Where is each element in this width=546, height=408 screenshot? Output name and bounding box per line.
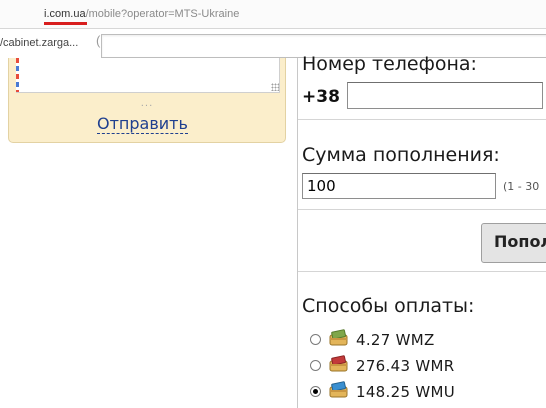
divider <box>298 119 546 120</box>
wallet-icon <box>329 355 348 372</box>
send-link[interactable]: Отправить <box>97 115 188 134</box>
url-host: i.com.ua <box>44 8 86 20</box>
divider <box>298 209 546 210</box>
resize-grip-icon[interactable] <box>271 83 279 91</box>
radio-button[interactable] <box>310 334 321 345</box>
payment-method-wmu[interactable]: 148.25 WMU <box>298 381 546 405</box>
feedback-box: ... Отправить <box>8 58 286 143</box>
feedback-dots: ... <box>140 98 154 109</box>
payment-amount: 148.25 WMU <box>356 383 456 401</box>
amount-hint: (1 - 30 <box>503 180 540 193</box>
feedback-textarea[interactable] <box>16 58 280 93</box>
divider <box>298 271 546 272</box>
url-path: /mobile?operator=MTS-Ukraine <box>85 8 240 20</box>
payment-method-wmr[interactable]: 276.43 WMR <box>298 355 546 379</box>
radio-button[interactable] <box>310 360 321 371</box>
phone-input[interactable] <box>347 82 543 109</box>
bookmark-separator: ( <box>96 33 101 48</box>
phone-prefix: +38 <box>302 87 340 107</box>
phone-label: Номер телефона: <box>302 53 477 75</box>
wallet-icon <box>329 381 348 398</box>
wallet-icon <box>329 329 348 346</box>
amount-input[interactable]: 100 <box>302 173 496 199</box>
textarea-stripe <box>16 58 19 92</box>
methods-label: Способы оплаты: <box>302 295 475 317</box>
url-underline <box>44 22 87 25</box>
payment-amount: 276.43 WMR <box>356 357 455 375</box>
payment-amount: 4.27 WMZ <box>356 331 435 349</box>
payment-method-wmz[interactable]: 4.27 WMZ <box>298 329 546 353</box>
bookmark-item[interactable]: /cabinet.zarga... <box>0 37 78 49</box>
address-bar[interactable]: i.com.ua/mobile?operator=MTS-Ukraine <box>0 0 546 29</box>
amount-label: Сумма пополнения: <box>302 144 500 166</box>
radio-button-selected[interactable] <box>310 386 321 397</box>
payment-form: Номер телефона: +38 Сумма пополнения: 10… <box>297 53 546 408</box>
url-text[interactable]: i.com.ua/mobile?operator=MTS-Ukraine <box>44 8 239 20</box>
submit-button[interactable]: Попол <box>481 223 546 263</box>
